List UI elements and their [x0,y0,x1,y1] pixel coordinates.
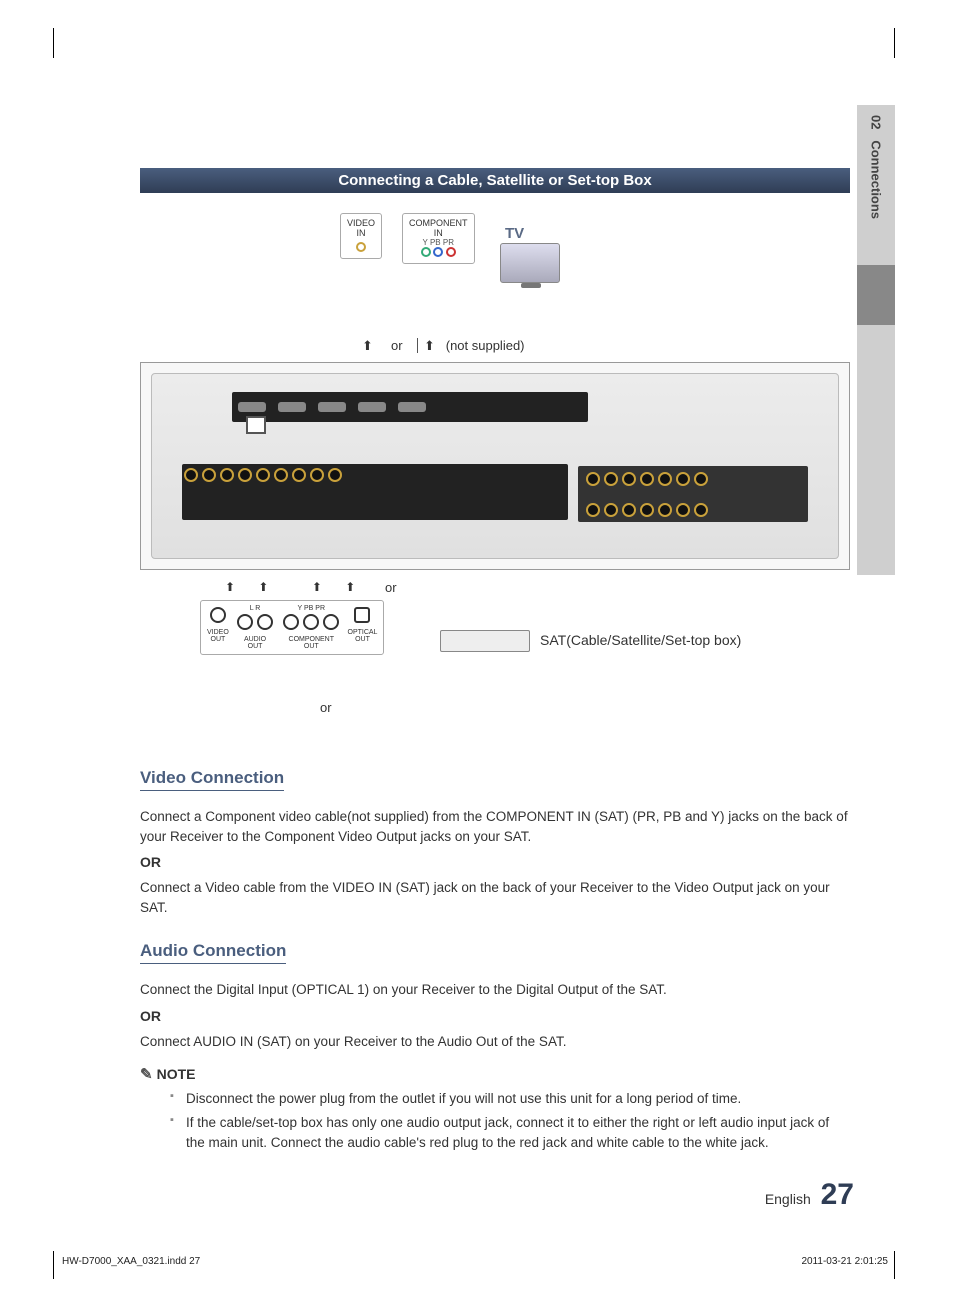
crop-mark-tr [894,28,895,58]
arrow-up-icon: ⬆ [225,580,235,594]
diagram-mid-row: ⬆ or ⬆ (not supplied) [362,338,850,354]
note-heading: ✎NOTE [140,1065,850,1083]
side-chapter-label: 02 Connections [869,115,884,219]
sat-box-icon [440,630,530,652]
component-out-label: COMPONENT OUT [281,636,341,650]
component-in-label: COMPONENT IN [409,218,468,238]
audio-out-label: AUDIO OUT [235,636,275,650]
tv-component-in-port: COMPONENT IN Y PB PR [402,213,475,264]
or-separator: OR [140,854,850,870]
receiver-rear-panel [140,362,850,570]
or-separator: OR [140,1008,850,1024]
audio-paragraph-1: Connect the Digital Input (OPTICAL 1) on… [140,980,850,1000]
arrow-up-icon: ⬆ [258,580,268,594]
tv-panel: VIDEO IN COMPONENT IN Y PB PR TV [340,213,850,333]
crop-mark-br [894,1251,895,1279]
hdmi-strip [232,392,588,422]
note-item: Disconnect the power plug from the outle… [170,1089,850,1109]
footer-filename: HW-D7000_XAA_0321.indd 27 [62,1256,200,1267]
arrow-up-icon: ⬆ [345,580,355,594]
receiver-body [151,373,839,559]
footer-language: English [765,1191,811,1207]
av-in-strip [182,464,568,520]
page-content: Connecting a Cable, Satellite or Set-top… [140,168,850,1156]
note-item: If the cable/set-top box has only one au… [170,1113,850,1152]
crop-mark-tl [53,28,54,58]
audio-lr-label: L R [235,605,275,612]
or-label-2: or [385,580,397,595]
crop-mark-bl [53,1251,54,1279]
arrow-up-icon: ⬆ [424,338,435,354]
side-chapter-tab: 02 Connections [857,105,895,575]
connection-diagram: VIDEO IN COMPONENT IN Y PB PR TV ⬆ or [140,213,850,730]
or-label-1: or [391,338,403,353]
not-supplied-label: (not supplied) [446,338,525,353]
page-number: 27 [821,1178,854,1211]
sat-caption: SAT(Cable/Satellite/Set-top box) [540,632,741,648]
video-connection-heading: Video Connection [140,768,284,791]
tv-video-in-port: VIDEO IN [340,213,382,259]
note-icon: ✎ [140,1066,153,1083]
arrow-up-icon: ⬆ [312,580,322,594]
video-out-label: VIDEO OUT [207,629,229,643]
footer-date: 2011-03-21 2:01:25 [801,1256,888,1267]
side-tab-highlight [857,265,895,325]
section-title-bar: Connecting a Cable, Satellite or Set-top… [140,168,850,193]
video-paragraph-2: Connect a Video cable from the VIDEO IN … [140,878,850,917]
speakers-out-strip [578,466,808,522]
sat-output-ports: VIDEO OUT L R AUDIO OUT Y PB PR COMPONEN… [200,600,384,655]
chapter-title: Connections [869,140,884,219]
sat-panel: ⬆ ⬆ or ⬆ ⬆ VIDEO OUT L R AUDIO OUT Y PB [140,580,850,730]
optical-out-label: OPTICAL OUT [348,629,378,643]
video-paragraph-1: Connect a Component video cable(not supp… [140,807,850,846]
arrow-up-icon: ⬆ [362,338,373,354]
note-list: Disconnect the power plug from the outle… [140,1089,850,1152]
lan-port-icon [246,416,266,434]
sat-arrows: ⬆ ⬆ or ⬆ ⬆ [215,580,365,594]
tv-label: TV [505,225,524,242]
audio-connection-heading: Audio Connection [140,941,286,964]
page-footer: English 27 [765,1178,854,1212]
audio-paragraph-2: Connect AUDIO IN (SAT) on your Receiver … [140,1032,850,1052]
video-in-label: VIDEO IN [347,218,375,238]
component-ypbpr-label: Y PB PR [281,605,341,612]
ypbpr-label: Y PB PR [409,238,468,247]
or-label-3: or [320,700,332,715]
chapter-number: 02 [869,115,884,129]
note-label: NOTE [157,1066,196,1082]
tv-icon [500,243,560,283]
